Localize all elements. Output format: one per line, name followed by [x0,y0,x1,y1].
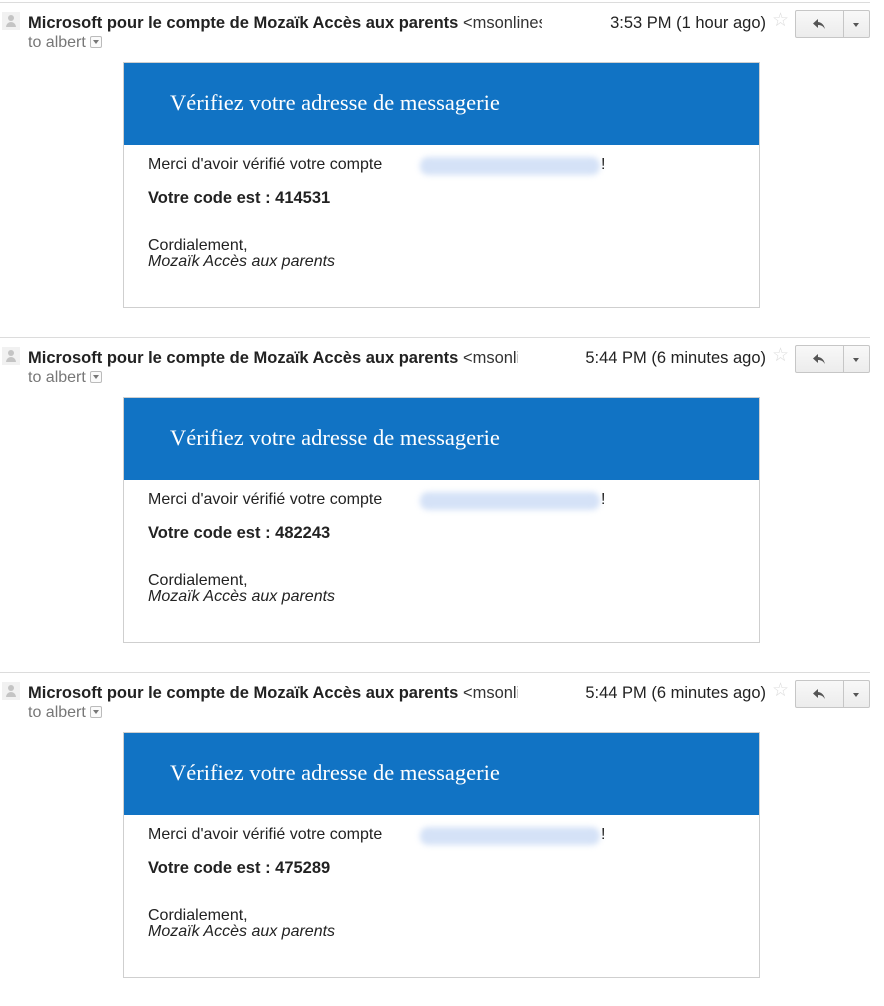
reply-button[interactable] [795,10,844,38]
star-icon[interactable]: ☆ [772,680,789,702]
header-banner: Vérifiez votre adresse de messagerie [124,733,759,815]
sender-address: <msonlineservicesteam [462,349,518,367]
header-banner: Vérifiez votre adresse de messagerie [124,398,759,480]
thanks-text: Merci d'avoir vérifié votre compte [148,826,383,843]
recipient: to albert [28,34,86,51]
banner-title: Vérifiez votre adresse de messagerie [170,90,500,115]
sender[interactable]: Microsoft pour le compte de Mozaïk Accès… [28,682,518,704]
recipient-line: to albert [28,33,102,53]
banner-title: Vérifiez votre adresse de messagerie [170,760,500,785]
star-icon[interactable]: ☆ [772,345,789,367]
thanks-text: Merci d'avoir vérifié votre compte [148,156,383,173]
exclamation: ! [601,156,606,173]
email-body-card: Vérifiez votre adresse de messagerie Mer… [123,62,760,308]
reply-icon [813,19,825,29]
more-options-button[interactable] [844,10,870,38]
reply-icon [813,689,825,699]
more-options-button[interactable] [844,680,870,708]
email-body-card: Vérifiez votre adresse de messagerie Mer… [123,397,760,643]
chevron-down-icon [853,358,859,362]
redacted-email [420,492,600,510]
chevron-down-icon [853,23,859,27]
exclamation: ! [601,826,606,843]
timestamp: 5:44 PM (6 minutes ago) [585,349,766,367]
email-body-card: Vérifiez votre adresse de messagerie Mer… [123,732,760,978]
sender-name: Microsoft pour le compte de Mozaïk Accès… [28,14,459,32]
email-message: Microsoft pour le compte de Mozaïk Accès… [0,0,884,335]
default-avatar-icon [2,682,20,700]
banner-title: Vérifiez votre adresse de messagerie [170,425,500,450]
recipient-line: to albert [28,368,102,388]
sender[interactable]: Microsoft pour le compte de Mozaïk Accès… [28,347,518,369]
message-divider [0,672,870,673]
recipient-line: to albert [28,703,102,723]
sender[interactable]: Microsoft pour le compte de Mozaïk Accès… [28,12,542,34]
recipient: to albert [28,704,86,721]
show-details-icon[interactable] [89,36,102,48]
thanks-text: Merci d'avoir vérifié votre compte [148,491,383,508]
signature: Mozaïk Accès aux parents [148,588,336,605]
show-details-icon[interactable] [89,706,102,718]
verification-code: Votre code est : 475289 [148,859,331,877]
star-icon[interactable]: ☆ [772,10,789,32]
redacted-email [420,157,600,175]
default-avatar-icon [2,12,20,30]
header-banner: Vérifiez votre adresse de messagerie [124,63,759,145]
verification-code: Votre code est : 414531 [148,189,331,207]
sender-name: Microsoft pour le compte de Mozaïk Accès… [28,349,459,367]
recipient: to albert [28,369,86,386]
message-divider [0,337,870,338]
reply-icon [813,354,825,364]
exclamation: ! [601,491,606,508]
message-divider [0,2,870,3]
reply-button[interactable] [795,680,844,708]
verification-code: Votre code est : 482243 [148,524,331,542]
more-options-button[interactable] [844,345,870,373]
redacted-email [420,827,600,845]
signature: Mozaïk Accès aux parents [148,253,336,270]
reply-button[interactable] [795,345,844,373]
sender-address: <msonlineservicesteam [462,14,542,32]
chevron-down-icon [853,693,859,697]
email-message: Microsoft pour le compte de Mozaïk Accès… [0,335,884,670]
timestamp: 5:44 PM (6 minutes ago) [585,684,766,702]
show-details-icon[interactable] [89,371,102,383]
timestamp: 3:53 PM (1 hour ago) [610,14,766,32]
sender-name: Microsoft pour le compte de Mozaïk Accès… [28,684,459,702]
signature: Mozaïk Accès aux parents [148,923,336,940]
sender-address: <msonlineservicesteam [462,684,518,702]
default-avatar-icon [2,347,20,365]
email-message: Microsoft pour le compte de Mozaïk Accès… [0,670,884,1005]
